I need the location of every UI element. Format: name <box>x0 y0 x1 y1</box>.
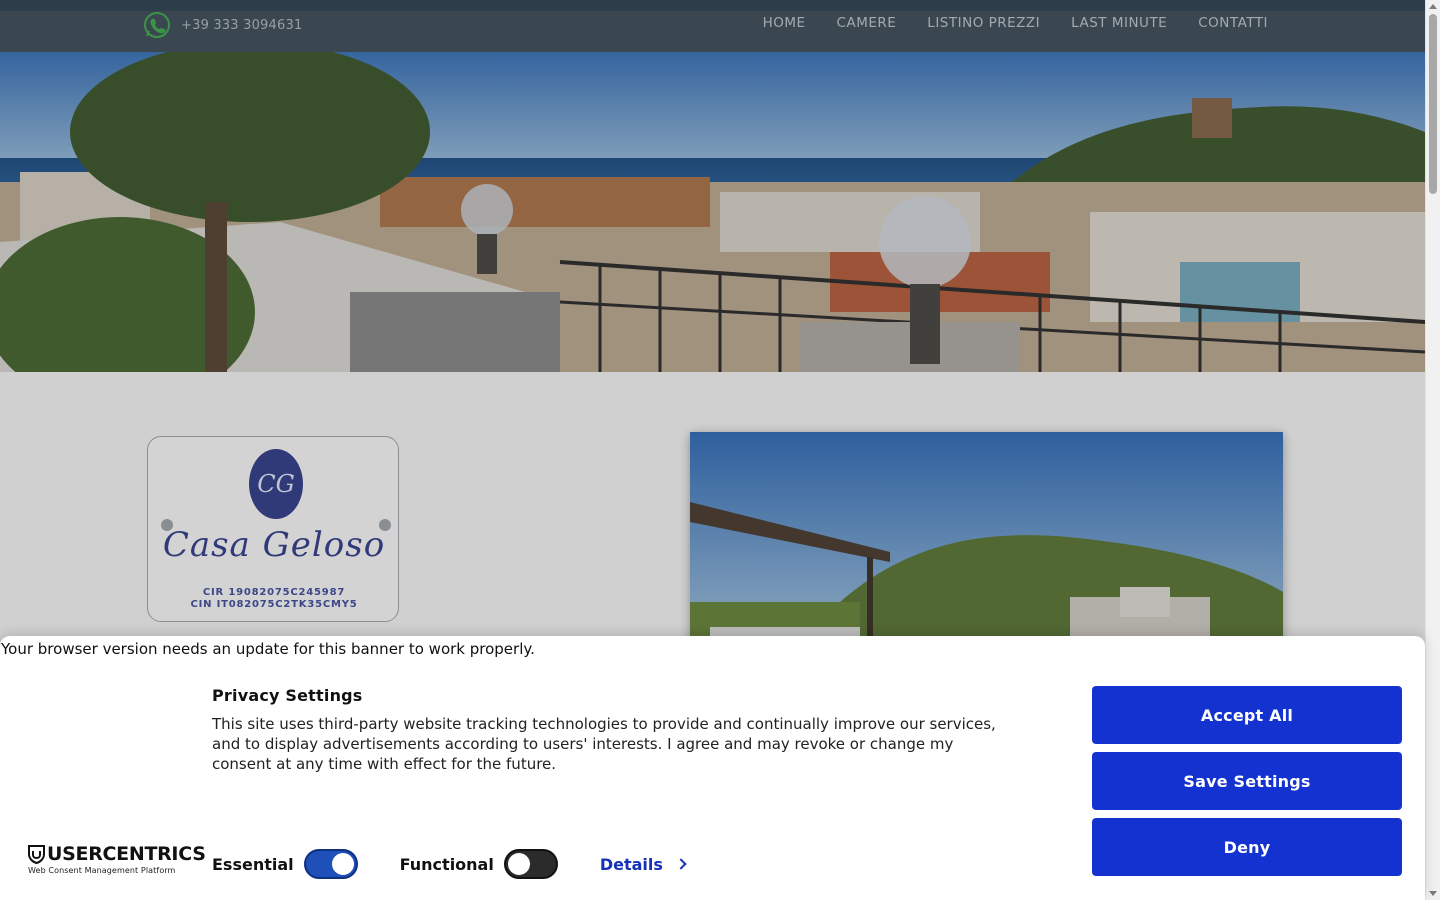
site-header: +39 333 3094631 HOME CAMERE LISTINO PREZ… <box>0 0 1425 52</box>
chevron-right-icon <box>675 858 687 870</box>
logo-cir-code: CIR 19082075C245987 <box>202 587 346 598</box>
casa-geloso-logo: CG Casa Geloso CIR 19082075C245987 CIN I… <box>147 436 399 622</box>
usercentrics-brand: USERCENTRICS <box>28 844 206 864</box>
toggle-knob <box>507 853 530 875</box>
consent-toggles: Essential Functional Details <box>212 848 687 880</box>
nav-contatti[interactable]: CONTATTI <box>1198 15 1268 31</box>
usercentrics-subtitle: Web Consent Management Platform <box>28 866 176 875</box>
browser-update-message: Your browser version needs an update for… <box>1 640 535 658</box>
terrace-photo <box>690 432 1283 642</box>
privacy-settings-text: This site uses third-party website track… <box>212 715 996 773</box>
nav-camere[interactable]: CAMERE <box>837 15 897 31</box>
usercentrics-brand-text: USERCENTRICS <box>47 843 206 865</box>
toggle-knob <box>331 853 354 875</box>
main-nav: HOME CAMERE LISTINO PREZZI LAST MINUTE C… <box>763 15 1268 31</box>
page-scrollbar[interactable] <box>1425 0 1440 900</box>
details-link[interactable]: Details <box>599 854 687 874</box>
logo-name: Casa Geloso <box>162 525 386 565</box>
logo-monogram: CG <box>249 449 303 519</box>
privacy-settings-title: Privacy Settings <box>212 686 363 705</box>
details-label: Details <box>599 854 663 874</box>
usercentrics-shield-icon <box>28 844 45 864</box>
usercentrics-logo[interactable]: USERCENTRICS Web Consent Management Plat… <box>28 844 206 875</box>
nav-listino-prezzi[interactable]: LISTINO PREZZI <box>927 15 1040 31</box>
essential-toggle[interactable] <box>303 849 358 879</box>
hero-image <box>0 52 1425 372</box>
accept-all-button[interactable]: Accept All <box>1092 686 1402 744</box>
logo-cin-code: CIN IT082075C2TK35CMY5 <box>190 599 358 610</box>
scroll-up-arrow-icon[interactable] <box>1429 4 1437 9</box>
nav-home[interactable]: HOME <box>763 15 806 31</box>
functional-toggle[interactable] <box>503 849 558 879</box>
save-settings-button[interactable]: Save Settings <box>1092 752 1402 810</box>
phone-contact[interactable]: +39 333 3094631 <box>143 10 302 40</box>
whatsapp-phone-icon <box>143 11 171 39</box>
phone-number: +39 333 3094631 <box>181 17 303 33</box>
privacy-consent-banner: Your browser version needs an update for… <box>0 636 1425 900</box>
essential-label: Essential <box>212 854 294 874</box>
deny-button[interactable]: Deny <box>1092 818 1402 876</box>
scroll-thumb[interactable] <box>1429 14 1437 194</box>
nav-last-minute[interactable]: LAST MINUTE <box>1071 15 1167 31</box>
functional-label: Functional <box>399 854 494 874</box>
scroll-down-arrow-icon[interactable] <box>1429 891 1437 896</box>
